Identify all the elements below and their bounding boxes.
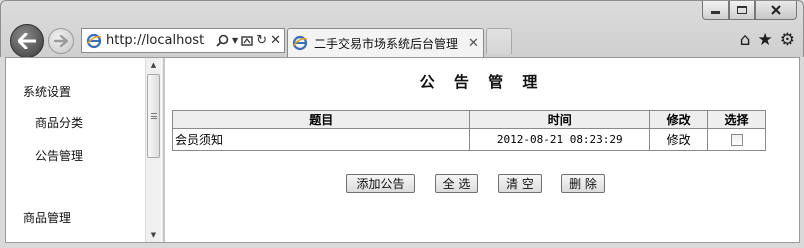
- url-text[interactable]: http://localhost: [106, 33, 216, 48]
- back-button[interactable]: [10, 24, 44, 58]
- select-all-button[interactable]: 全 选: [435, 174, 478, 193]
- scroll-down-icon[interactable]: ▼: [146, 228, 161, 242]
- row-select-checkbox[interactable]: [730, 134, 743, 146]
- menu-item-goods-category[interactable]: 商品分类: [35, 114, 83, 131]
- star-icon[interactable]: ★: [758, 31, 773, 49]
- close-window-button[interactable]: [755, 1, 797, 20]
- browser-toolbar-icons: ⌂ ★ ⚙: [740, 31, 795, 49]
- table-header-row: 题目 时间 修改 选择: [171, 110, 766, 129]
- new-tab-button[interactable]: [486, 28, 512, 54]
- notice-table: 题目 时间 修改 选择 会员须知 2012-08-21 08:23:29 修改: [171, 110, 766, 151]
- page-viewport: 系统设置 商品分类 公告管理 商品管理 ▲ ▼ 公 告 管 理 题目 时间 修改…: [5, 57, 800, 243]
- main-content-frame: 公 告 管 理 题目 时间 修改 选择 会员须知 2012-08-21 08:2…: [165, 58, 799, 242]
- column-header-title: 题目: [171, 110, 471, 129]
- column-header-time: 时间: [469, 110, 651, 129]
- search-icon[interactable]: [216, 34, 229, 47]
- edit-link[interactable]: 修改: [649, 128, 709, 151]
- clear-button[interactable]: 清 空: [498, 174, 542, 193]
- column-header-edit: 修改: [649, 110, 709, 129]
- ie-tab-icon: [292, 35, 308, 51]
- menu-item-notice-management[interactable]: 公告管理: [35, 147, 83, 164]
- maximize-icon: [737, 6, 747, 14]
- window-controls: [702, 1, 797, 21]
- tab-close-icon[interactable]: ✕: [468, 36, 479, 51]
- add-notice-button[interactable]: 添加公告: [346, 174, 415, 193]
- compatibility-view-icon[interactable]: [241, 35, 253, 47]
- stop-icon[interactable]: ✕: [270, 33, 281, 48]
- address-tools: ▼ ↻ ✕: [216, 33, 281, 48]
- scroll-thumb[interactable]: [147, 74, 160, 158]
- forward-arrow-icon: [54, 35, 68, 47]
- column-header-select: 选择: [707, 110, 766, 129]
- tab-title: 二手交易市场系统后台管理: [314, 36, 459, 51]
- menu-item-system-settings[interactable]: 系统设置: [23, 83, 71, 100]
- browser-tab[interactable]: 二手交易市场系统后台管理 ✕: [287, 28, 484, 57]
- home-icon[interactable]: ⌂: [740, 31, 751, 49]
- maximize-button[interactable]: [729, 1, 755, 20]
- refresh-icon[interactable]: ↻: [256, 33, 267, 48]
- browser-chrome: http://localhost ▼ ↻ ✕ 二手交易市场系统后台管理 ✕ ⌂ …: [0, 0, 804, 58]
- delete-button[interactable]: 删 除: [561, 174, 605, 193]
- left-menu-frame: 系统设置 商品分类 公告管理 商品管理 ▲ ▼: [6, 58, 163, 242]
- action-buttons: 添加公告 全 选 清 空 删 除: [165, 174, 799, 194]
- menu-item-goods-management[interactable]: 商品管理: [23, 209, 71, 226]
- gear-icon[interactable]: ⚙: [780, 31, 795, 49]
- scroll-up-icon[interactable]: ▲: [146, 58, 161, 72]
- table-row: 会员须知 2012-08-21 08:23:29 修改: [171, 128, 766, 151]
- page-title: 公 告 管 理: [419, 73, 545, 91]
- left-frame-scrollbar[interactable]: ▲ ▼: [145, 58, 161, 242]
- forward-button[interactable]: [48, 28, 74, 54]
- ie-page-icon: [86, 33, 102, 48]
- close-icon: [771, 5, 781, 15]
- back-arrow-icon: [18, 33, 36, 49]
- notice-time-cell: 2012-08-21 08:23:29: [469, 128, 651, 151]
- address-bar[interactable]: http://localhost ▼ ↻ ✕: [81, 28, 285, 53]
- notice-title-cell: 会员须知: [171, 128, 471, 151]
- select-cell: [707, 128, 766, 151]
- dropdown-icon[interactable]: ▼: [232, 36, 238, 45]
- grip-icon: [150, 113, 157, 119]
- minimize-icon: [711, 11, 720, 14]
- minimize-button[interactable]: [702, 1, 729, 20]
